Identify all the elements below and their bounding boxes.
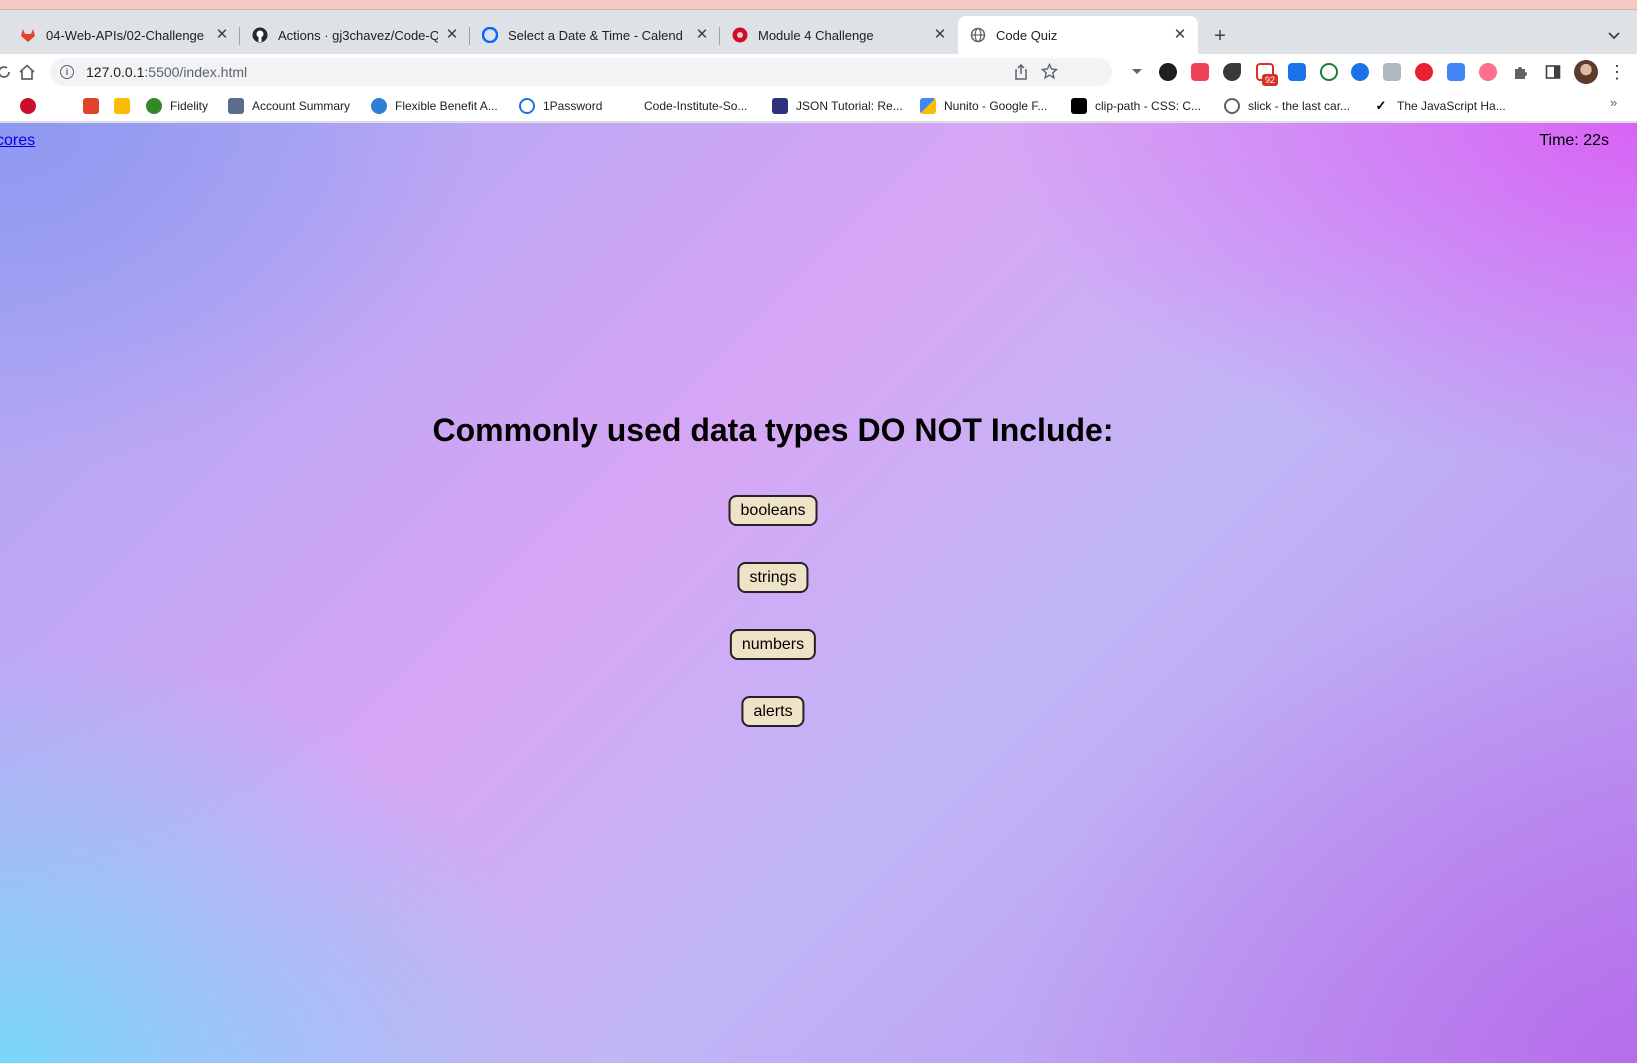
share-icon[interactable]: [1014, 63, 1028, 85]
bookmark-javascript-handbook[interactable]: ✓ The JavaScript Ha...: [1373, 96, 1506, 116]
onepassword-icon: [519, 98, 535, 114]
bookmark-nunito[interactable]: Nunito - Google F...: [920, 96, 1047, 116]
choice-button-numbers[interactable]: numbers: [729, 629, 817, 660]
close-icon[interactable]: ✕: [694, 27, 710, 43]
tab-title: Select a Date & Time - Calend: [508, 27, 683, 43]
bookmark-star-icon[interactable]: [1040, 62, 1059, 85]
browser-toolbar: i 127.0.0.1:5500/index.html 92 ⋮: [0, 54, 1637, 90]
side-panel-icon[interactable]: [1543, 62, 1563, 82]
tab-title: Module 4 Challenge: [758, 27, 874, 43]
page-viewport: cores Time: 22s Commonly used data types…: [0, 123, 1637, 1063]
pocket-extension-icon[interactable]: [1191, 63, 1209, 81]
bookmark-fidelity[interactable]: Fidelity: [146, 96, 208, 116]
onepassword-extension-icon[interactable]: [1351, 63, 1369, 81]
address-bar[interactable]: i 127.0.0.1:5500/index.html: [50, 58, 1112, 86]
dark-extension-icon[interactable]: [1223, 63, 1241, 81]
gitlab-icon: [20, 27, 36, 43]
bookmarks-bar: Fidelity Account Summary Flexible Benefi…: [0, 90, 1637, 122]
choice-button-booleans[interactable]: booleans: [728, 495, 818, 526]
globe-icon: [1224, 98, 1240, 114]
tab-search-chevron-icon[interactable]: [1606, 29, 1622, 43]
gitlab-icon: [83, 98, 99, 114]
os-menubar-strip: [0, 0, 1637, 10]
reload-icon[interactable]: [0, 62, 14, 82]
incognito-extension-icon[interactable]: [1159, 63, 1177, 81]
profile-avatar[interactable]: [1574, 60, 1598, 84]
image-extension-icon[interactable]: [1383, 63, 1401, 81]
google-fonts-icon: [920, 98, 936, 114]
globe-icon: [970, 27, 986, 43]
notification-badge: 92: [1262, 74, 1279, 86]
bookmark-clip-path[interactable]: clip-path - CSS: C...: [1071, 96, 1201, 116]
url-text: 127.0.0.1:5500/index.html: [86, 64, 248, 80]
github-icon: [252, 27, 268, 43]
close-icon[interactable]: ✕: [932, 27, 948, 43]
quiz-timer: Time: 22s: [1539, 132, 1609, 149]
tab-strip: 04-Web-APIs/02-Challenge · m ✕ Actions ·…: [0, 10, 1637, 54]
close-icon[interactable]: ✕: [214, 27, 230, 43]
bookmark-slick[interactable]: slick - the last car...: [1224, 96, 1350, 116]
calendly-icon: [482, 27, 498, 43]
module-icon: [732, 27, 748, 43]
site-info-icon[interactable]: i: [60, 65, 74, 79]
tab-web-apis-challenge[interactable]: 04-Web-APIs/02-Challenge · m ✕: [8, 16, 240, 54]
bookmark-code-institute[interactable]: Code-Institute-So...: [644, 96, 747, 116]
close-icon[interactable]: ✕: [1172, 27, 1188, 43]
new-tab-plus-icon[interactable]: +: [1210, 26, 1230, 46]
bookmark-json-tutorial[interactable]: JSON Tutorial: Re...: [772, 96, 903, 116]
fidelity-icon: [146, 98, 162, 114]
benefit-icon: [371, 98, 387, 114]
translate-extension-icon[interactable]: [1447, 63, 1465, 81]
mdn-icon: [1071, 98, 1087, 114]
check-icon: ✓: [1373, 98, 1389, 114]
view-highscores-link[interactable]: cores: [0, 132, 35, 150]
tab-title: Code Quiz: [996, 27, 1058, 43]
red-circle-icon: [20, 98, 36, 114]
tab-module-4[interactable]: Module 4 Challenge ✕: [720, 16, 958, 54]
tab-calendly[interactable]: Select a Date & Time - Calend ✕: [470, 16, 720, 54]
bookmark-1password[interactable]: 1Password: [519, 96, 602, 116]
bookmark-account-summary[interactable]: Account Summary: [228, 96, 350, 116]
bookmark-yellow-badge[interactable]: [114, 96, 130, 116]
tab-code-quiz[interactable]: Code Quiz ✕: [958, 16, 1198, 54]
yellow-badge-icon: [114, 98, 130, 114]
bookmark-flexible-benefit[interactable]: Flexible Benefit A...: [371, 96, 498, 116]
floppy-icon: [772, 98, 788, 114]
calendar-extension-icon[interactable]: [1288, 63, 1306, 81]
bookmark-red-circle[interactable]: [20, 96, 36, 116]
puzzle-icon[interactable]: [1510, 62, 1530, 82]
dropdown-arrow-icon[interactable]: [1127, 62, 1147, 82]
phone-extension-icon[interactable]: [1320, 63, 1338, 81]
tab-actions[interactable]: Actions · gj3chavez/Code-Quiz ✕: [240, 16, 470, 54]
tab-title: Actions · gj3chavez/Code-Quiz: [278, 27, 438, 43]
pink-extension-icon[interactable]: [1479, 63, 1497, 81]
tab-title: 04-Web-APIs/02-Challenge · m: [46, 27, 208, 43]
bookmarks-overflow-icon[interactable]: »: [1610, 95, 1617, 110]
question-title: Commonly used data types DO NOT Include:: [432, 412, 1114, 448]
choice-button-strings[interactable]: strings: [737, 562, 809, 593]
choice-button-alerts[interactable]: alerts: [741, 696, 805, 727]
close-icon[interactable]: ✕: [444, 27, 460, 43]
adblock-extension-icon[interactable]: [1415, 63, 1433, 81]
more-menu-icon[interactable]: ⋮: [1607, 62, 1627, 82]
home-icon[interactable]: [17, 62, 37, 82]
account-icon: [228, 98, 244, 114]
bookmark-gitlab[interactable]: [83, 96, 99, 116]
